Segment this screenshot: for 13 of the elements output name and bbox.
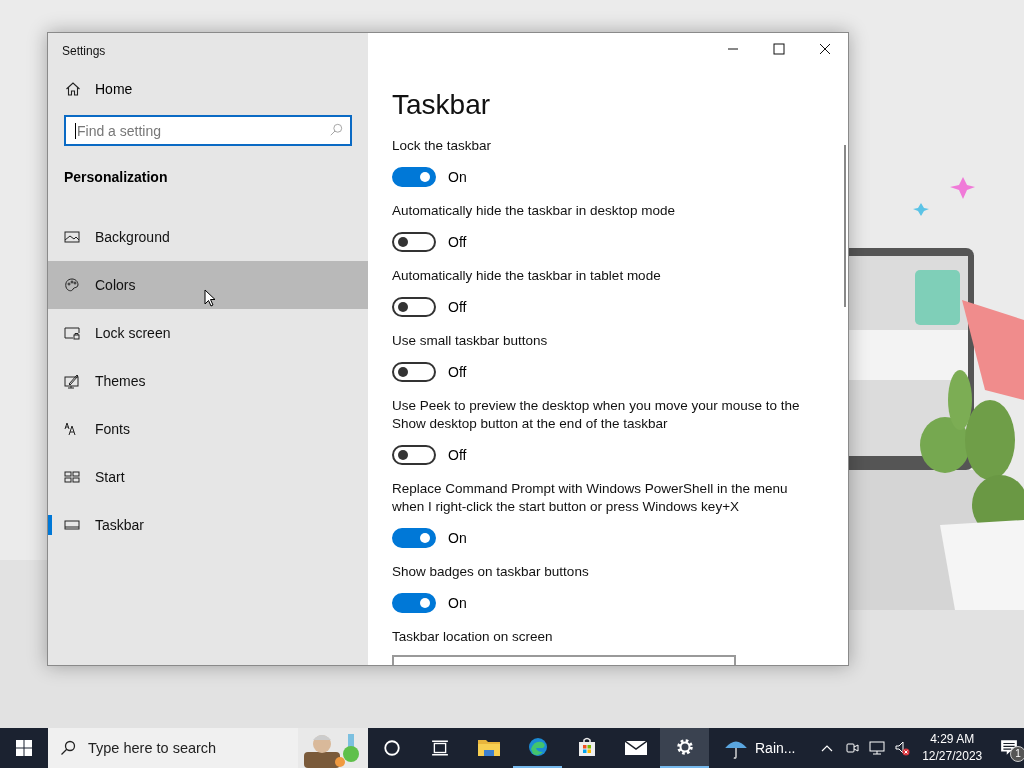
taskbar-search-field[interactable]: Type here to search	[88, 736, 238, 760]
weather-widget[interactable]: Rain...	[723, 735, 811, 761]
camera-icon[interactable]	[844, 740, 861, 756]
clock-date: 12/27/2023	[922, 748, 983, 765]
search-icon	[60, 740, 76, 756]
volume-muted-icon[interactable]	[894, 740, 911, 756]
clock-time: 4:29 AM	[930, 731, 975, 748]
taskbar-search-box[interactable]: Type here to search	[48, 728, 368, 768]
windows-icon	[16, 740, 32, 756]
network-icon[interactable]	[869, 740, 886, 756]
settings-icon[interactable]	[660, 728, 709, 768]
notification-badge: 1	[1010, 746, 1024, 762]
clock[interactable]: 4:29 AM 12/27/2023	[922, 731, 983, 765]
